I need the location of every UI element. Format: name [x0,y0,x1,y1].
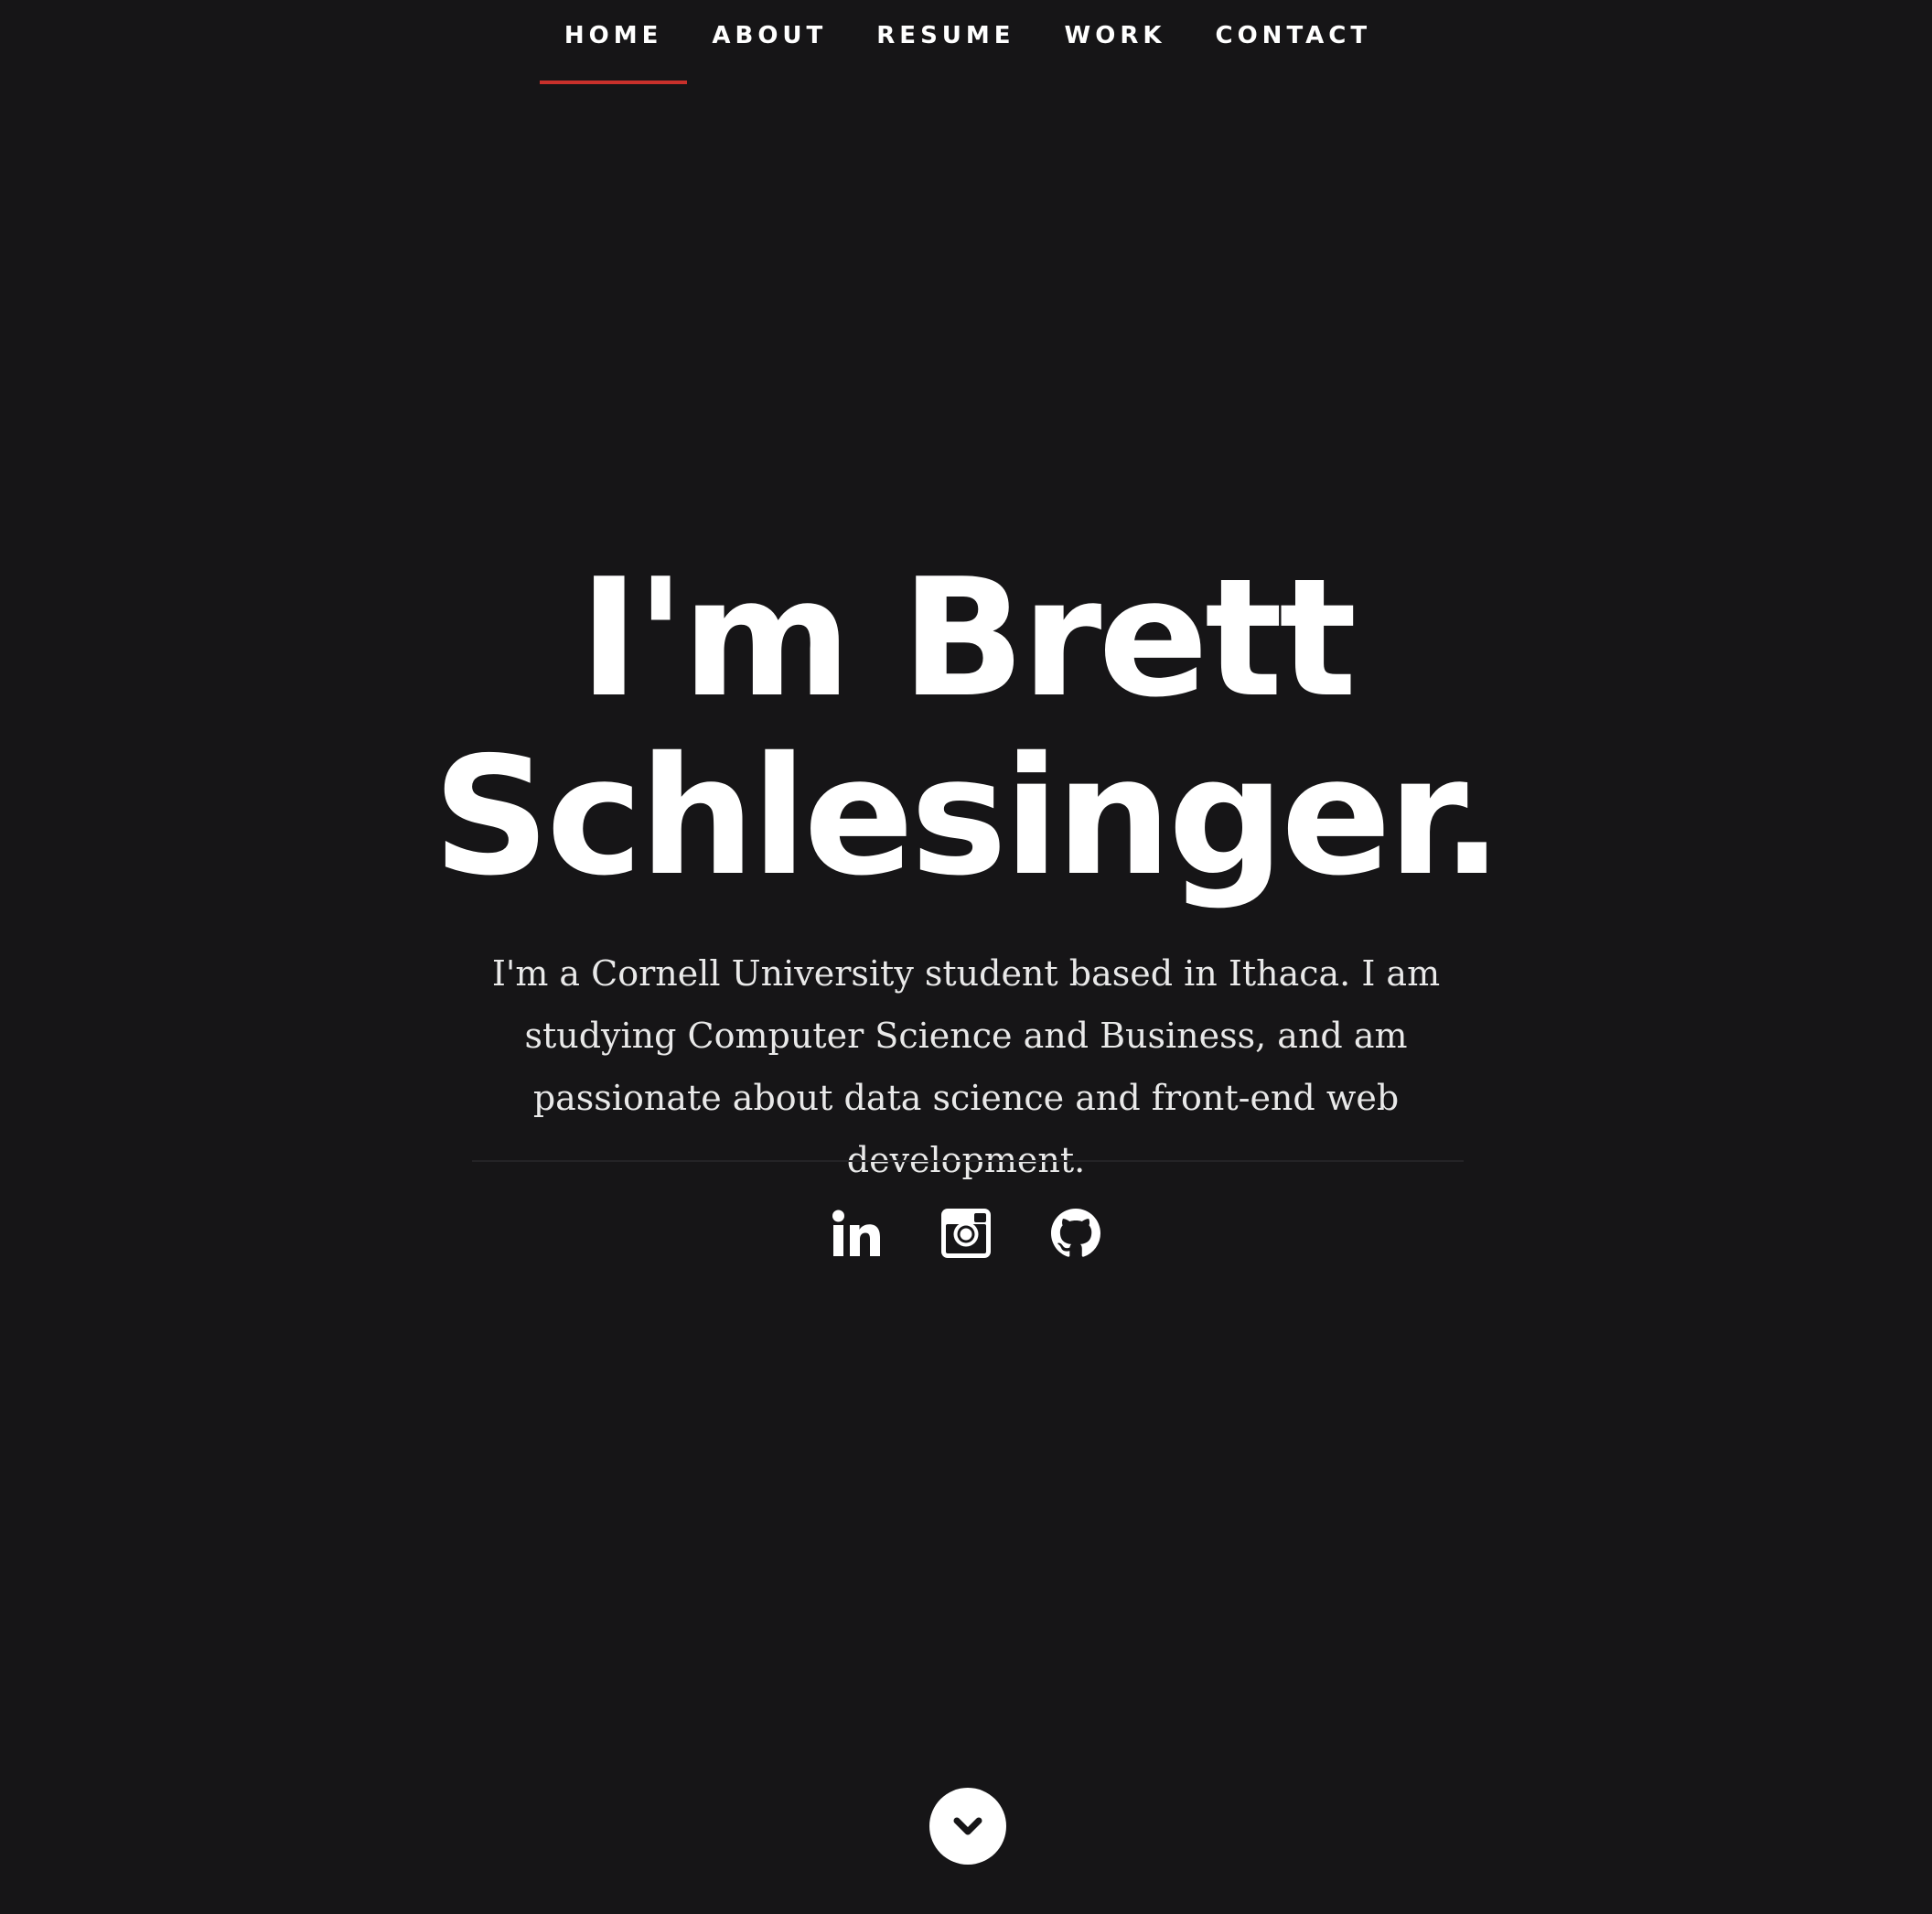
linkedin-icon [832,1210,880,1256]
hero-headline: I'm Brett Schlesinger. [417,549,1515,906]
headline-line-1: I'm Brett [578,543,1358,733]
hero-intro: I'm a Cornell University student based i… [491,953,1441,1180]
github-link[interactable] [1046,1204,1105,1263]
linkedin-link[interactable] [827,1204,886,1263]
github-icon [1051,1209,1100,1257]
divider [472,1160,1464,1162]
hero-section: I'm Brett Schlesinger. I'm a Cornell Uni… [0,0,1932,1914]
scroll-down-button[interactable] [929,1788,1006,1865]
instagram-icon [941,1209,991,1258]
chevron-down-icon [953,1817,982,1835]
headline-line-2: Schlesinger. [432,722,1503,911]
instagram-link[interactable] [937,1204,995,1263]
social-links [827,1204,1105,1263]
